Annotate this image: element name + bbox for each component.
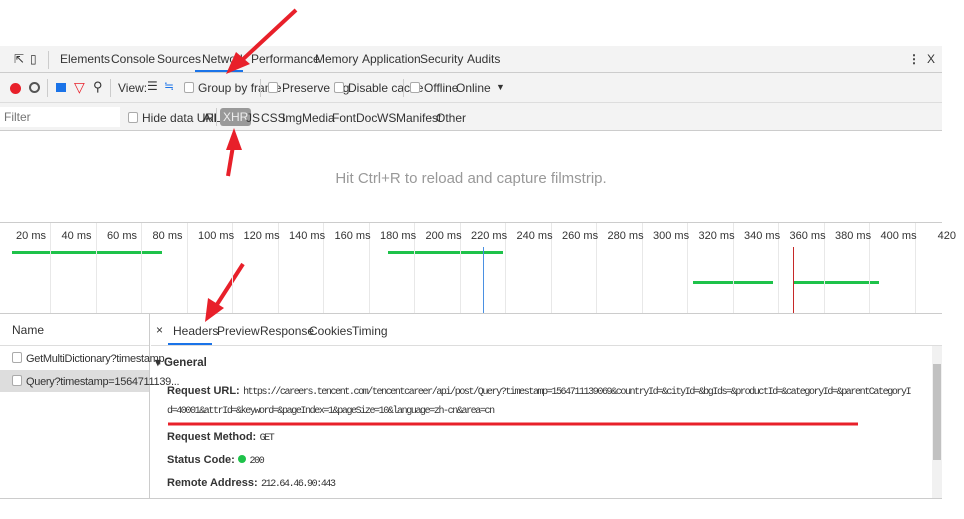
timeline-gridline [95, 223, 97, 313]
timeline-tick-label: 360 ms [789, 230, 826, 242]
timeline-tick-label: 320 ms [698, 230, 735, 242]
timeline-tick-label: 220 ms [471, 230, 508, 242]
timeline-tick-label: 420 [937, 230, 956, 242]
timeline-tick-label: 180 ms [380, 230, 417, 242]
timeline-tick-label: 280 ms [607, 230, 644, 242]
timeline-tick-label: 400 ms [880, 230, 917, 242]
annotation-arrowhead [226, 128, 242, 150]
annotation-arrow [226, 145, 235, 177]
timeline-gridline [186, 223, 188, 313]
timeline-tick-label: 160 ms [334, 230, 371, 242]
timeline-tick-label: 140 ms [289, 230, 326, 242]
timeline-tick-label: 340 ms [744, 230, 781, 242]
timeline-tick-label: 260 ms [562, 230, 599, 242]
timeline-tick-label: 20 ms [16, 230, 46, 242]
timeline-tick-label: 100 ms [198, 230, 235, 242]
annotation-arrow [238, 8, 298, 64]
timeline-tick-label: 240 ms [516, 230, 553, 242]
annotation-arrow [214, 262, 245, 308]
timeline-tick-label: 200 ms [425, 230, 462, 242]
timeline-gridline [50, 223, 51, 313]
timeline-tick-label: 380 ms [835, 230, 872, 242]
timeline-tick-label: 60 ms [107, 230, 137, 242]
timeline-tick-label: 80 ms [152, 230, 183, 242]
timeline-tick-label: 300 ms [653, 230, 690, 242]
annotation-overlay [168, 8, 858, 426]
timeline-tick-label: 120 ms [243, 230, 280, 242]
timeline-tick-label: 40 ms [61, 230, 92, 242]
timeline-gridline [141, 223, 142, 313]
